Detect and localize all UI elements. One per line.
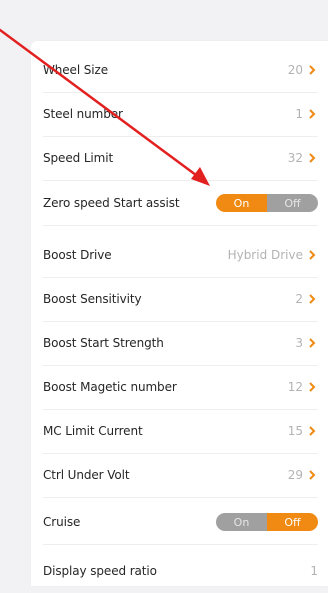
setting-value: 12 xyxy=(287,380,303,394)
setting-value: 3 xyxy=(295,336,303,350)
setting-row-ctrl-under-volt[interactable]: Ctrl Under Volt 29 xyxy=(43,453,318,498)
settings-card: Wheel Size 20 Steel number 1 Speed Limit… xyxy=(31,41,328,586)
setting-label: Boost Sensitivity xyxy=(43,292,142,306)
chevron-right-icon xyxy=(309,250,316,260)
setting-label: Boost Start Strength xyxy=(43,336,164,350)
setting-label: Ctrl Under Volt xyxy=(43,468,130,482)
setting-value-group: 32 xyxy=(288,151,318,165)
setting-value-group: 29 xyxy=(288,468,318,482)
setting-row-zero-speed-start-assist: Zero speed Start assist On Off xyxy=(43,181,318,226)
setting-value-group: 3 xyxy=(295,336,318,350)
chevron-right-icon xyxy=(309,426,316,436)
setting-label: Speed Limit xyxy=(43,151,114,165)
setting-value: Hybrid Drive xyxy=(227,248,303,262)
toggle-on-option[interactable]: On xyxy=(216,513,267,531)
setting-label: MC Limit Current xyxy=(43,424,143,438)
setting-value: 29 xyxy=(287,468,303,482)
setting-row-boost-magetic-number[interactable]: Boost Magetic number 12 xyxy=(43,365,318,410)
setting-value: 32 xyxy=(287,151,303,165)
chevron-right-icon xyxy=(309,470,316,480)
setting-row-boost-drive[interactable]: Boost Drive Hybrid Drive xyxy=(43,233,318,278)
setting-row-steel-number[interactable]: Steel number 1 xyxy=(43,92,318,137)
cruise-toggle[interactable]: On Off xyxy=(216,513,318,531)
chevron-right-icon xyxy=(309,382,316,392)
setting-value: 1 xyxy=(295,107,303,121)
chevron-right-icon xyxy=(309,153,316,163)
setting-row-boost-sensitivity[interactable]: Boost Sensitivity 2 xyxy=(43,277,318,322)
zero-speed-start-assist-toggle[interactable]: On Off xyxy=(216,194,318,212)
setting-row-mc-limit-current[interactable]: MC Limit Current 15 xyxy=(43,409,318,454)
setting-row-wheel-size[interactable]: Wheel Size 20 xyxy=(43,48,318,93)
chevron-right-icon xyxy=(309,338,316,348)
setting-label: Wheel Size xyxy=(43,63,109,77)
setting-value-group: 20 xyxy=(288,63,318,77)
toggle-off-option[interactable]: Off xyxy=(267,194,318,212)
setting-value-group: Hybrid Drive xyxy=(228,248,318,262)
setting-value-group: 12 xyxy=(288,380,318,394)
toggle-off-option[interactable]: Off xyxy=(267,513,318,531)
chevron-right-icon xyxy=(309,294,316,304)
setting-value: 20 xyxy=(287,63,303,77)
setting-row-speed-limit[interactable]: Speed Limit 32 xyxy=(43,136,318,181)
setting-label: Boost Drive xyxy=(43,248,112,262)
setting-row-display-speed-ratio[interactable]: Display speed ratio 1 xyxy=(43,549,318,593)
setting-row-cruise: Cruise On Off xyxy=(43,500,318,545)
setting-value: 2 xyxy=(295,292,303,306)
setting-row-boost-start-strength[interactable]: Boost Start Strength 3 xyxy=(43,321,318,366)
setting-label: Boost Magetic number xyxy=(43,380,177,394)
setting-value: 15 xyxy=(287,424,303,438)
setting-value-group: 1 xyxy=(295,107,318,121)
setting-label: Cruise xyxy=(43,515,81,529)
setting-label: Steel number xyxy=(43,107,123,121)
setting-label: Zero speed Start assist xyxy=(43,196,180,210)
chevron-right-icon xyxy=(309,109,316,119)
setting-value-group: 15 xyxy=(288,424,318,438)
toggle-on-option[interactable]: On xyxy=(216,194,267,212)
chevron-right-icon xyxy=(309,65,316,75)
setting-value-group: 2 xyxy=(295,292,318,306)
